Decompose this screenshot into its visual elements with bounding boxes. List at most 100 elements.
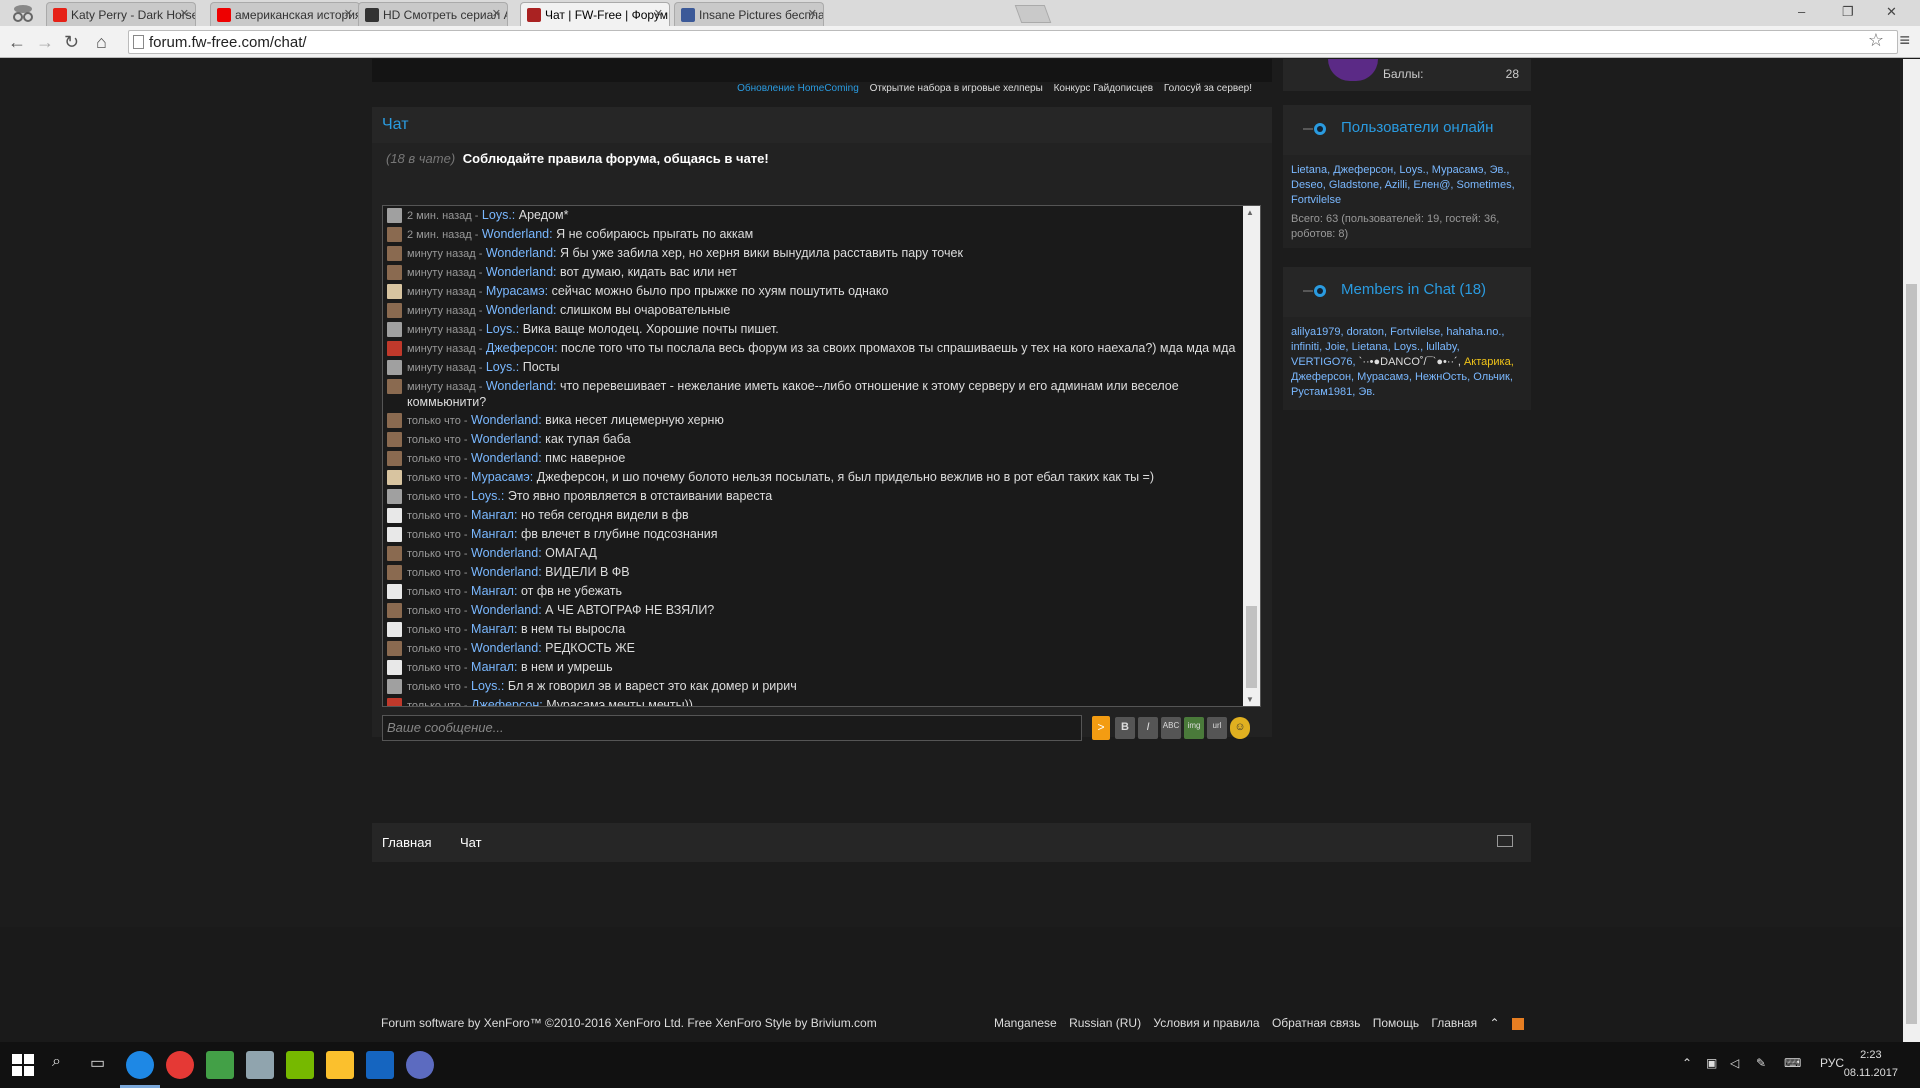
smiley-button[interactable]: ☺ [1230,717,1250,739]
notice-link[interactable]: Обновление HomeComing [737,83,859,94]
close-tab-icon[interactable]: ✕ [180,7,189,20]
message-user[interactable]: Wonderland: [486,379,557,393]
browser-tab[interactable]: Insane Pictures бесплатн ✕ [674,2,824,26]
user-avatar[interactable] [387,698,402,706]
tray-chevron-icon[interactable]: ⌃ [1682,1056,1692,1070]
message-user[interactable]: Мурасамэ: [471,470,533,484]
windows-start-icon[interactable] [10,1052,36,1078]
message-user[interactable]: Wonderland: [471,451,542,465]
collapse-icon[interactable] [1497,835,1513,847]
user-avatar[interactable] [387,341,402,356]
chat-member-link[interactable]: Актарика, [1464,356,1514,368]
send-button[interactable]: > [1092,716,1110,740]
chat-member-link[interactable]: Joie, [1325,341,1348,353]
chat-member-link[interactable]: Lietana, [1352,341,1391,353]
message-user[interactable]: Джеферсон: [471,698,543,706]
link-button[interactable]: url [1207,717,1227,739]
url-input[interactable]: forum.fw-free.com/chat/ [128,30,1898,54]
home-icon[interactable]: ⌂ [96,32,107,53]
user-avatar[interactable] [387,603,402,618]
user-avatar[interactable] [387,360,402,375]
user-avatar[interactable] [387,208,402,223]
message-input[interactable]: Ваше сообщение... [382,715,1082,741]
online-user-link[interactable]: Gladstone, [1329,179,1382,191]
chat-member-link[interactable]: Эв. [1358,386,1375,398]
browser-tab[interactable]: Чат | FW-Free | Форум ✕ [520,2,670,26]
folder-icon[interactable] [326,1051,354,1079]
scroll-down-icon[interactable]: ▼ [1246,695,1254,704]
online-user-link[interactable]: Мурасамэ, [1432,164,1487,176]
message-user[interactable]: Wonderland: [471,432,542,446]
message-user[interactable]: Loys.: [482,208,515,222]
online-user-link[interactable]: Sometimes, [1457,179,1515,191]
bold-button[interactable]: B [1115,717,1135,739]
page-scrollbar[interactable] [1903,59,1920,1042]
message-user[interactable]: Wonderland: [471,546,542,560]
chat-member-link[interactable]: Loys., [1394,341,1423,353]
message-user[interactable]: Мангал: [471,584,517,598]
scroll-top-icon[interactable]: ⌃ [1489,1016,1499,1030]
footer-link-terms[interactable]: Условия и правила [1153,1016,1259,1030]
notice-link[interactable]: Конкурс Гайдописцев [1054,83,1154,94]
new-tab-button[interactable] [1014,5,1052,23]
pen-icon[interactable]: ✎ [1756,1056,1766,1070]
nav-chat-link[interactable]: Чат [460,835,482,850]
user-avatar[interactable] [387,584,402,599]
nvidia-icon[interactable] [286,1051,314,1079]
user-avatar[interactable] [387,413,402,428]
strike-button[interactable]: ABC [1161,717,1181,739]
online-user-link[interactable]: Елен@, [1413,179,1453,191]
online-user-link[interactable]: Эв., [1490,164,1510,176]
chat-member-link[interactable]: `··•●DANCO˚/¯`●•··´, [1359,356,1461,368]
browser-tab[interactable]: HD Смотреть сериал Амери✕ [358,2,508,26]
browser-tab[interactable]: Katy Perry - Dark Horse (C✕ [46,2,196,26]
footer-link-language[interactable]: Russian (RU) [1069,1016,1141,1030]
message-user[interactable]: Wonderland: [471,603,542,617]
rss-icon[interactable] [1511,1017,1524,1030]
close-tab-icon[interactable]: ✕ [654,7,663,20]
network-tray-icon[interactable]: ▣ [1706,1056,1717,1070]
online-user-link[interactable]: Fortvilelse [1291,194,1341,206]
user-avatar[interactable] [387,679,402,694]
footer-link-style[interactable]: Manganese [994,1016,1057,1030]
message-user[interactable]: Loys.: [471,679,504,693]
chat-member-link[interactable]: Джеферсон, [1291,371,1354,383]
message-scrollbar[interactable]: ▲ ▼ [1243,206,1260,706]
user-avatar[interactable] [387,489,402,504]
chat-member-link[interactable]: lullaby, [1426,341,1459,353]
close-tab-icon[interactable]: ✕ [492,7,501,20]
minimize-button[interactable]: – [1798,4,1805,19]
message-user[interactable]: Wonderland: [486,246,557,260]
user-avatar[interactable] [387,322,402,337]
back-icon[interactable]: ← [8,32,26,53]
chat-member-link[interactable]: infiniti, [1291,341,1322,353]
message-user[interactable]: Wonderland: [471,565,542,579]
bookmark-star-icon[interactable]: ☆ [1868,30,1884,51]
chat-member-link[interactable]: Ольчик, [1473,371,1513,383]
user-avatar[interactable] [387,284,402,299]
notice-link[interactable]: Открытие набора в игровые хелперы [870,83,1043,94]
message-user[interactable]: Джеферсон: [486,341,558,355]
network-icon[interactable] [246,1051,274,1079]
scroll-up-icon[interactable]: ▲ [1246,208,1254,217]
message-user[interactable]: Loys.: [486,360,519,374]
user-avatar[interactable] [387,432,402,447]
forward-icon[interactable]: → [36,32,54,53]
keyboard-icon[interactable]: ⌨ [1784,1056,1801,1070]
chat-member-link[interactable]: hahaha.no., [1446,326,1504,338]
volume-icon[interactable]: ◁ [1730,1056,1739,1070]
online-user-link[interactable]: Джеферсон, [1333,164,1396,176]
user-avatar[interactable] [387,451,402,466]
browser-tab[interactable]: американская история у ✕ [210,2,360,26]
message-user[interactable]: Мангал: [471,527,517,541]
close-tab-icon[interactable]: ✕ [344,7,353,20]
user-avatar[interactable] [387,660,402,675]
maximize-button[interactable]: ❐ [1842,4,1854,20]
yandex-icon[interactable] [166,1051,194,1079]
user-avatar[interactable] [387,265,402,280]
task-view-icon[interactable]: ▭ [90,1053,105,1073]
page-scrollbar-thumb[interactable] [1906,284,1917,1024]
online-user-link[interactable]: Lietana, [1291,164,1330,176]
user-avatar[interactable] [387,622,402,637]
apps-icon[interactable] [206,1051,234,1079]
